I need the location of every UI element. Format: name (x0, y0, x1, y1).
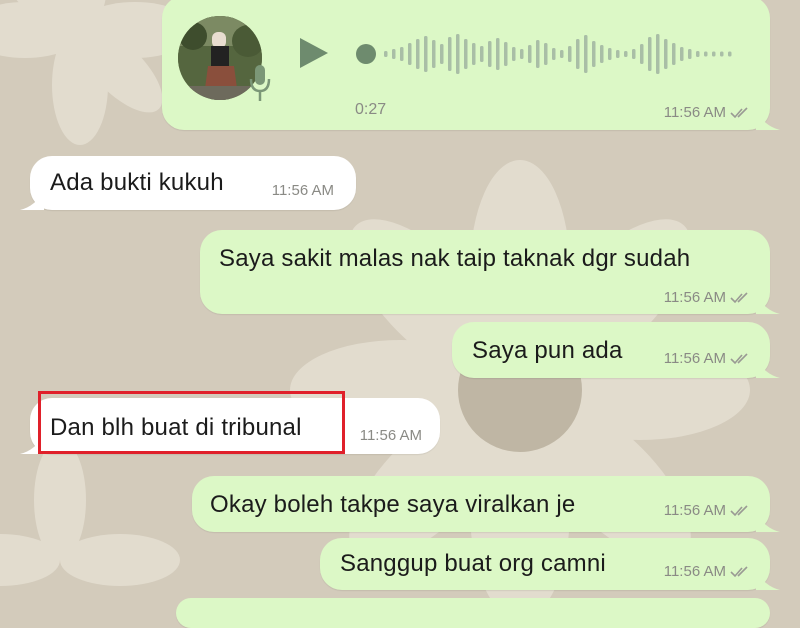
message-time: 11:56 AM (271, 182, 334, 199)
waveform-bar (712, 51, 716, 57)
waveform-bar (536, 40, 540, 68)
message-bubble-outgoing[interactable]: Sanggup buat org camni 11:56 AM (320, 538, 780, 590)
message-text: Saya pun ada (472, 337, 623, 364)
message-bubble-incoming[interactable]: Ada bukti kukuh 11:56 AM (20, 156, 356, 210)
message-time: 11:56 AM (663, 563, 726, 580)
voice-duration: 0:27 (355, 101, 387, 118)
bubble-tail (756, 110, 780, 130)
double-check-icon (730, 565, 748, 577)
waveform-bar (392, 49, 396, 59)
message-bubble-outgoing[interactable]: Saya sakit malas nak taip taknak dgr sud… (200, 230, 780, 314)
waveform-bar (552, 48, 556, 60)
waveform-bar (448, 37, 452, 71)
message-bubble-outgoing-partial[interactable] (176, 598, 770, 628)
message-text: Saya sakit malas nak taip taknak dgr sud… (219, 245, 691, 272)
message-text: Ada bukti kukuh (50, 169, 224, 196)
message-bubble-outgoing[interactable]: Okay boleh takpe saya viralkan je 11:56 … (192, 476, 780, 532)
message-meta: 11:56 AM (664, 502, 752, 519)
waveform-bar (464, 39, 468, 69)
waveform-bar (400, 47, 404, 61)
waveform-bar (664, 39, 668, 69)
waveform-bar (728, 51, 732, 57)
message-time: 11:56 AM (663, 350, 726, 367)
waveform-bar (504, 42, 508, 66)
message-time: 11:56 AM (663, 502, 726, 519)
message-meta: 11:56 AM (272, 182, 334, 199)
message-meta: 11:56 AM (664, 104, 752, 121)
waveform-bar (672, 43, 676, 65)
waveform-bar (576, 39, 580, 69)
double-check-icon (730, 291, 748, 303)
microphone-icon (249, 65, 271, 101)
message-meta: 11:56 AM (360, 427, 422, 444)
double-check-icon (730, 352, 748, 364)
waveform-bar (632, 49, 636, 59)
message-text: Okay boleh takpe saya viralkan je (210, 491, 576, 518)
double-check-icon (730, 106, 748, 118)
waveform-bar (688, 49, 692, 59)
bubble-tail (756, 358, 780, 378)
waveform-bar (592, 41, 596, 67)
waveform-bar (432, 40, 436, 68)
waveform-bar (568, 46, 572, 62)
bubble-tail (20, 190, 44, 210)
waveform-bar (616, 50, 620, 58)
waveform-bar (696, 51, 700, 57)
waveform-bar (680, 47, 684, 61)
message-text: Sanggup buat org camni (340, 550, 606, 577)
waveform-bar (408, 43, 412, 65)
waveform-bar (520, 49, 524, 59)
waveform-bar (416, 39, 420, 69)
waveform-bar (560, 50, 564, 58)
waveform-bar (584, 35, 588, 73)
message-bubble-outgoing[interactable]: Saya pun ada 11:56 AM (452, 322, 780, 378)
waveform-bar (720, 51, 724, 57)
waveform-bar (624, 51, 628, 57)
waveform-bar (480, 46, 484, 62)
audio-waveform[interactable] (352, 28, 742, 80)
double-check-icon (730, 504, 748, 516)
play-icon[interactable] (296, 36, 330, 70)
waveform-bar (544, 43, 548, 65)
message-time: 11:56 AM (663, 104, 726, 121)
waveform-bar (384, 51, 388, 57)
message-meta: 11:56 AM (664, 350, 752, 367)
waveform-bar (656, 34, 660, 74)
message-time: 11:56 AM (359, 427, 422, 444)
waveform-bar (424, 36, 428, 72)
message-meta: 11:56 AM (664, 563, 752, 580)
voice-message-bubble[interactable]: 0:27 11:56 AM (162, 0, 780, 130)
waveform-bar (456, 34, 460, 74)
red-highlight-box (38, 391, 345, 454)
waveform-bar (704, 51, 708, 57)
bubble-tail (756, 512, 780, 532)
bubble-tail (756, 294, 780, 314)
waveform-bar (648, 37, 652, 71)
waveform-bar (512, 47, 516, 61)
waveform-bar (496, 38, 500, 70)
message-time: 11:56 AM (663, 289, 726, 306)
waveform-bar (640, 44, 644, 64)
waveform-bar (608, 48, 612, 60)
waveform-bar (600, 45, 604, 63)
waveform-bar (528, 45, 532, 63)
waveform-bar (440, 44, 444, 64)
waveform-bar (488, 41, 492, 67)
bubble-tail (756, 570, 780, 590)
message-meta: 11:56 AM (664, 289, 752, 306)
waveform-bar (472, 43, 476, 65)
